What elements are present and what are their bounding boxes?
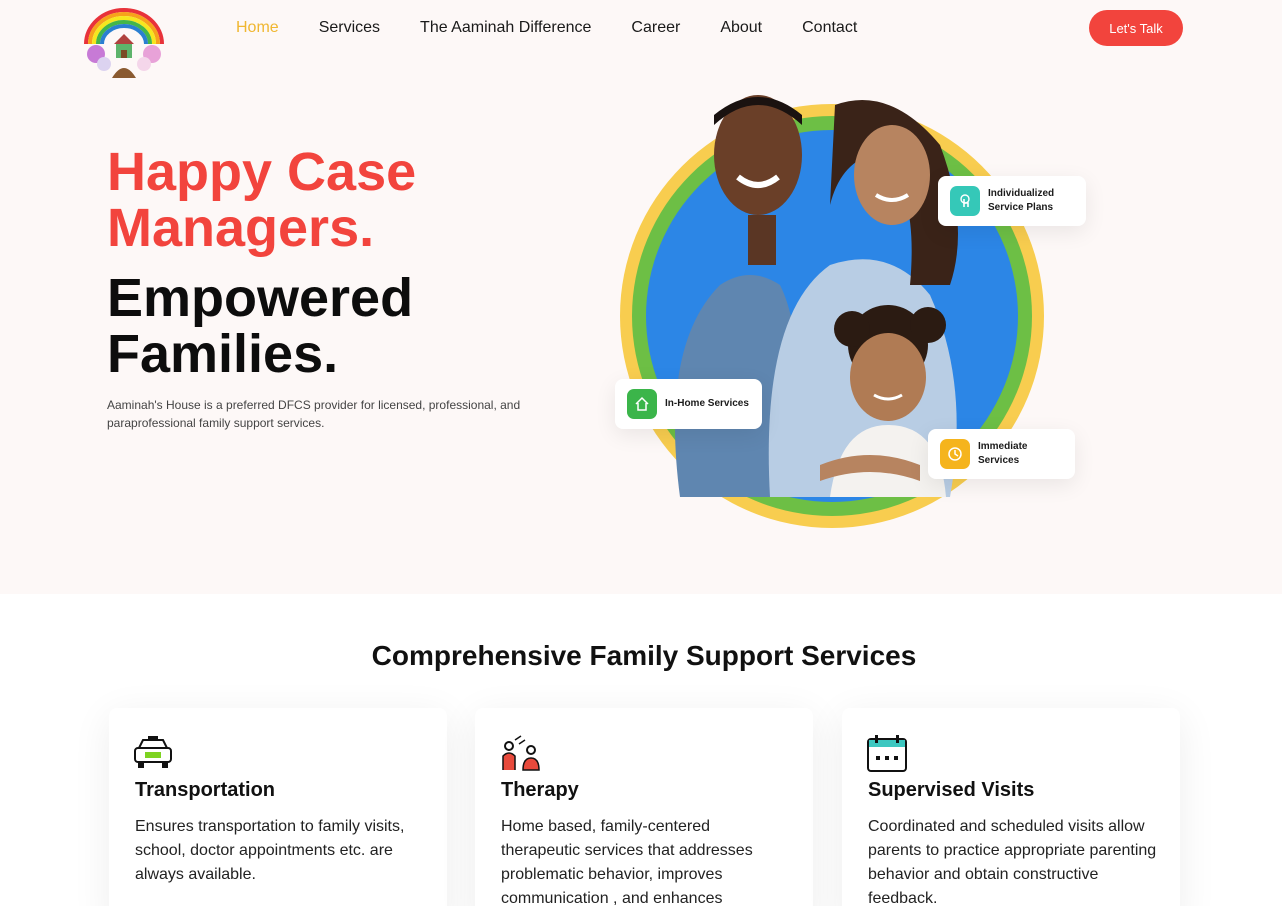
nav-about[interactable]: About — [720, 18, 762, 38]
aaminahs-house-logo[interactable] — [78, 4, 170, 84]
services-title: Comprehensive Family Support Services — [371, 640, 917, 671]
nav-aaminah-difference[interactable]: The Aaminah Difference — [420, 18, 591, 38]
nav-services[interactable]: Services — [319, 18, 380, 38]
nav-contact[interactable]: Contact — [802, 18, 857, 38]
calendar-icon — [866, 734, 910, 774]
service-card-title: Therapy — [501, 779, 579, 801]
badge-in-home-services: In-Home Services — [615, 379, 762, 429]
home-icon — [627, 389, 657, 419]
badge-individualized-service-plans: Individualized Service Plans — [938, 176, 1086, 226]
lets-talk-button[interactable]: Let's Talk — [1089, 10, 1183, 46]
therapy-icon — [499, 734, 543, 774]
service-card-text: Home based, family-centered therapeutic … — [501, 818, 753, 906]
badge-label: In-Home Services — [665, 398, 749, 409]
service-card-title: Supervised Visits — [868, 779, 1035, 801]
nav-career[interactable]: Career — [631, 18, 680, 38]
clock-icon — [940, 439, 970, 469]
taxi-icon — [133, 734, 177, 774]
hero-headline-black: Empowered Families. — [107, 268, 414, 384]
badge-immediate-services: Immediate Services — [928, 429, 1075, 479]
service-card-text: Ensures transportation to family visits,… — [135, 818, 405, 883]
service-card-therapy[interactable]: Therapy Home based, family-centered ther… — [475, 708, 813, 906]
hero-headline-red: Happy Case Managers. — [107, 142, 417, 258]
service-card-supervised-visits[interactable]: Supervised Visits Coordinated and schedu… — [842, 708, 1180, 906]
nav-home[interactable]: Home — [236, 18, 279, 38]
main-nav: Home Services The Aaminah Difference Car… — [236, 18, 897, 38]
service-card-text: Coordinated and scheduled visits allow p… — [868, 818, 1157, 906]
hero-description: Aaminah's House is a preferred DFCS prov… — [107, 398, 521, 430]
badge-label: Immediate Services — [978, 441, 1028, 466]
badge-label: Individualized Service Plans — [988, 188, 1055, 213]
service-card-title: Transportation — [135, 779, 276, 801]
hand-tap-icon — [950, 186, 980, 216]
service-card-transportation[interactable]: Transportation Ensures transportation to… — [109, 708, 447, 906]
